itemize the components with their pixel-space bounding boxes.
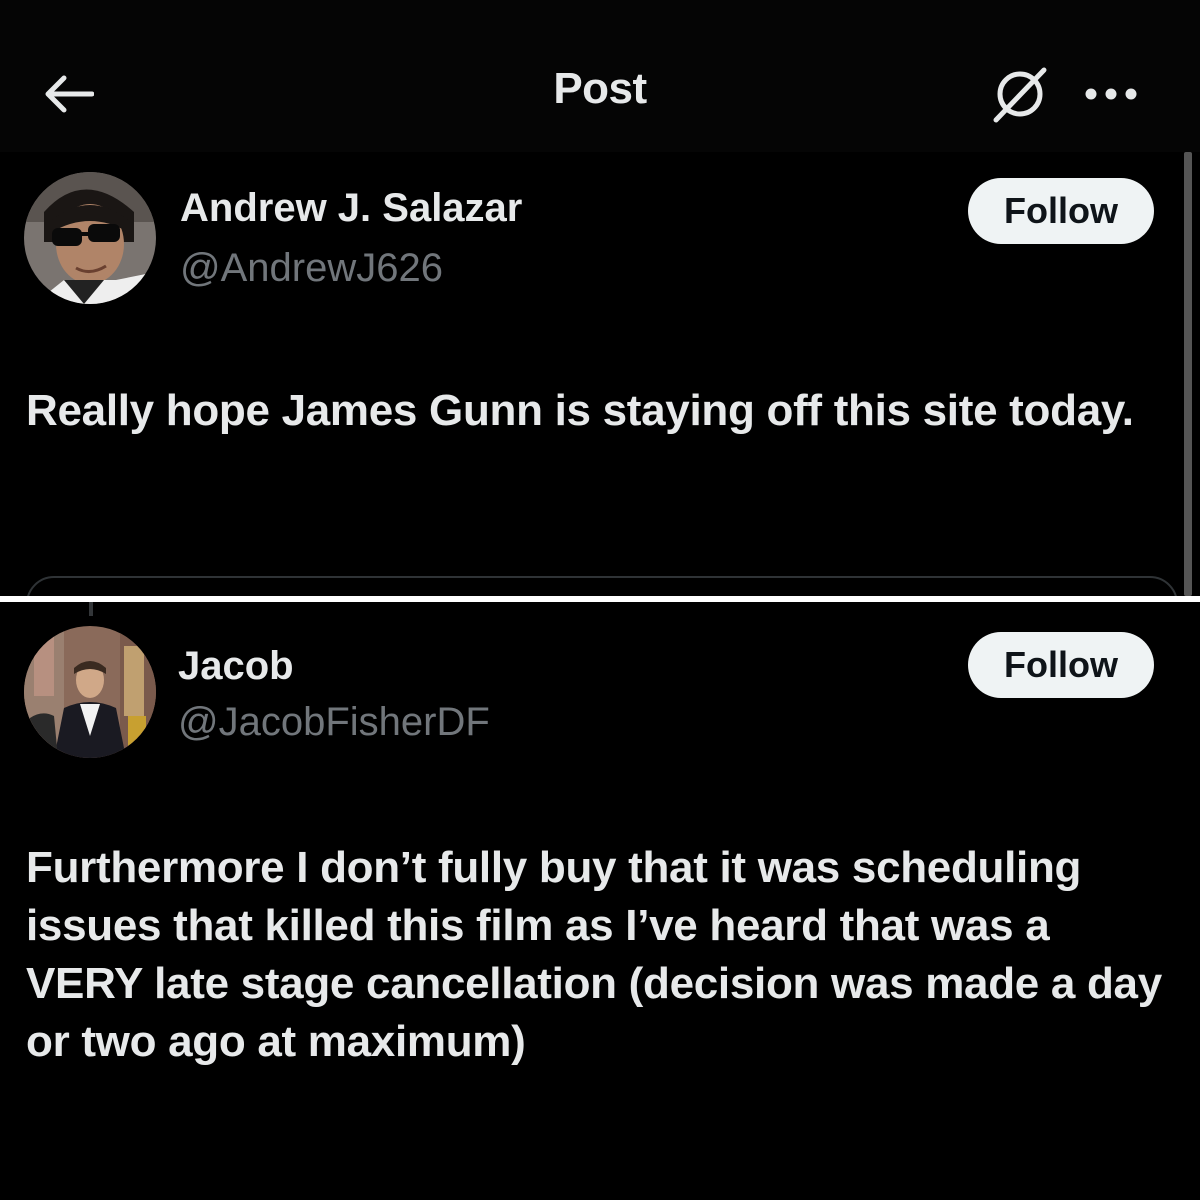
more-icon [1085,88,1137,100]
follow-button[interactable]: Follow [968,178,1154,244]
quote-card[interactable] [26,576,1178,596]
thread-line [89,602,93,616]
follow-button[interactable]: Follow [968,632,1154,698]
more-options-button[interactable] [1076,70,1146,118]
avatar[interactable] [24,172,156,304]
post-card: Andrew J. Salazar @AndrewJ626 Follow Rea… [0,152,1200,596]
display-name[interactable]: Jacob [178,644,294,689]
scrollbar[interactable] [1184,152,1192,596]
grok-icon [993,67,1047,123]
top-bar: Post [0,0,1200,152]
user-handle[interactable]: @JacobFisherDF [178,700,490,745]
post-text: Furthermore I don’t fully buy that it wa… [26,843,1162,1066]
avatar-photo [24,626,156,758]
post-card: Jacob @JacobFisherDF Follow Furthermore … [0,602,1200,1200]
avatar-photo [24,172,156,304]
avatar[interactable] [24,626,156,758]
post-text: Really hope James Gunn is staying off th… [26,386,1134,435]
grok-button[interactable] [988,62,1052,126]
user-handle[interactable]: @AndrewJ626 [180,246,443,291]
display-name[interactable]: Andrew J. Salazar [180,186,522,231]
